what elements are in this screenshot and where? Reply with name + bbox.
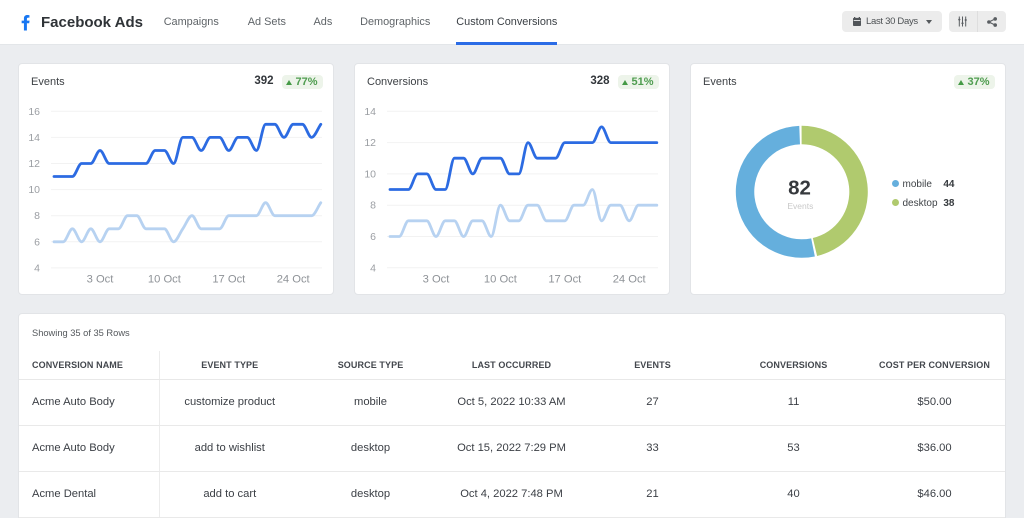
svg-text:10: 10 [364,168,376,180]
svg-text:4: 4 [370,262,376,274]
svg-text:3 Oct: 3 Oct [423,274,451,286]
svg-text:8: 8 [370,200,376,212]
svg-text:12: 12 [364,137,376,149]
svg-text:24 Oct: 24 Oct [613,274,647,286]
svg-text:8: 8 [34,210,40,222]
svg-text:mobile: mobile [903,179,933,190]
svg-text:14: 14 [28,132,40,144]
svg-text:4: 4 [34,262,40,274]
svg-text:10 Oct: 10 Oct [484,274,518,286]
svg-text:3 Oct: 3 Oct [87,274,115,286]
svg-text:17 Oct: 17 Oct [212,274,246,286]
svg-text:16: 16 [28,106,40,118]
svg-text:44: 44 [943,179,955,190]
svg-text:6: 6 [34,236,40,248]
svg-text:6: 6 [370,231,376,243]
svg-text:17 Oct: 17 Oct [548,274,582,286]
svg-text:desktop: desktop [903,198,938,209]
svg-text:24 Oct: 24 Oct [277,274,311,286]
svg-text:10: 10 [28,184,40,196]
svg-text:12: 12 [28,158,40,170]
svg-text:10 Oct: 10 Oct [148,274,182,286]
svg-text:82: 82 [788,177,811,200]
svg-text:14: 14 [364,106,376,118]
svg-text:Events: Events [787,201,813,211]
svg-text:38: 38 [943,198,955,209]
